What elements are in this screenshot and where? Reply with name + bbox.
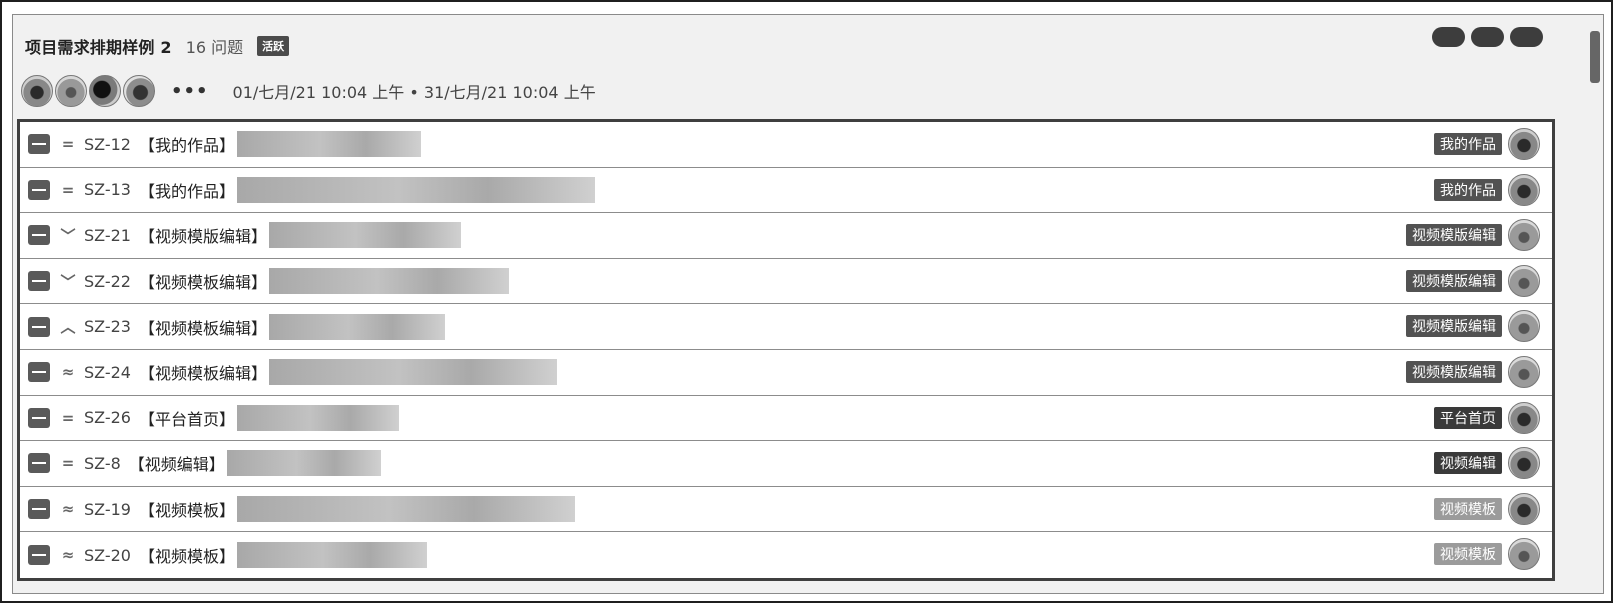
assignee-avatar[interactable] <box>1508 173 1540 206</box>
issue-row[interactable]: = SZ-13 【我的作品】 我的作品 <box>20 167 1552 214</box>
epic-tag[interactable]: 视频模版编辑 <box>1406 315 1502 338</box>
task-type-icon <box>28 179 50 200</box>
task-type-icon <box>28 362 50 383</box>
issue-key[interactable]: SZ-24 <box>84 363 131 382</box>
task-type-icon <box>28 407 50 428</box>
issue-key[interactable]: SZ-13 <box>84 180 131 199</box>
vertical-scrollbar[interactable] <box>1590 31 1600 83</box>
issue-title[interactable]: 【我的作品】 <box>139 178 235 202</box>
task-type-icon <box>28 499 50 520</box>
sprint-panel: 项目需求排期样例 2 16 问题 活跃 ••• 01/七月/21 10:04 上… <box>12 14 1604 594</box>
issue-key[interactable]: SZ-19 <box>84 500 131 519</box>
issue-row[interactable]: ︿ SZ-23 【视频模板编辑】 视频模版编辑 <box>20 304 1552 350</box>
redacted-title-bar <box>268 222 461 249</box>
issue-title[interactable]: 【平台首页】 <box>139 406 235 430</box>
double-chevron-up-priority-icon: ≈ <box>61 500 75 519</box>
epic-tag[interactable]: 平台首页 <box>1434 406 1502 429</box>
member-avatar-3[interactable] <box>89 75 121 107</box>
equals-priority-icon: = <box>61 408 75 427</box>
issue-title[interactable]: 【视频编辑】 <box>129 451 225 475</box>
issue-row[interactable]: = SZ-26 【平台首页】 平台首页 <box>20 395 1552 442</box>
sprint-action-button-2[interactable] <box>1471 27 1504 47</box>
assignee-avatar[interactable] <box>1508 128 1540 160</box>
epic-tag[interactable]: 视频模版编辑 <box>1406 224 1502 247</box>
task-type-icon <box>28 225 50 246</box>
double-chevron-up-priority-icon: ≈ <box>61 546 75 565</box>
chevron-up-priority-icon: ︿ <box>60 318 76 337</box>
task-type-icon <box>28 545 50 566</box>
issue-key[interactable]: SZ-8 <box>84 454 121 473</box>
sprint-title[interactable]: 项目需求排期样例 2 <box>25 34 172 58</box>
epic-tag[interactable]: 视频模板 <box>1434 497 1502 520</box>
sprint-action-button-3[interactable] <box>1510 27 1543 47</box>
redacted-title-bar <box>236 496 575 523</box>
issue-key[interactable]: SZ-23 <box>84 317 131 336</box>
redacted-title-bar <box>268 359 557 386</box>
issue-row[interactable]: ﹀ SZ-22 【视频模板编辑】 视频模版编辑 <box>20 258 1552 305</box>
issue-key[interactable]: SZ-12 <box>84 135 131 154</box>
more-members-icon[interactable]: ••• <box>171 81 209 102</box>
issue-list: = SZ-12 【我的作品】 我的作品 = SZ-13 【我的作品】 我的作品 ﹀ SZ-21 【视… <box>17 119 1555 581</box>
redacted-title-bar <box>268 313 445 340</box>
issue-key[interactable]: SZ-20 <box>84 546 131 565</box>
redacted-title-bar <box>236 404 399 431</box>
issue-key[interactable]: SZ-26 <box>84 408 131 427</box>
assignee-avatar[interactable] <box>1508 264 1540 297</box>
member-avatar-4[interactable] <box>123 75 155 107</box>
redacted-title-bar <box>236 131 421 158</box>
issue-row[interactable]: ≈ SZ-20 【视频模板】 视频模板 <box>20 532 1552 578</box>
issue-title[interactable]: 【视频模板编辑】 <box>139 360 267 384</box>
assignee-avatar[interactable] <box>1508 219 1540 252</box>
issue-row[interactable]: ≈ SZ-24 【视频模板编辑】 视频模版编辑 <box>20 349 1552 396</box>
sprint-date-range: 01/七月/21 10:04 上午 • 31/七月/21 10:04 上午 <box>232 83 596 102</box>
issue-key[interactable]: SZ-21 <box>84 226 131 245</box>
double-chevron-up-priority-icon: ≈ <box>61 363 75 382</box>
epic-tag[interactable]: 视频模版编辑 <box>1406 269 1502 292</box>
issue-title[interactable]: 【视频模板编辑】 <box>139 315 267 339</box>
chevron-down-priority-icon: ﹀ <box>60 272 76 291</box>
sprint-action-button-1[interactable] <box>1432 27 1465 47</box>
assignee-avatar[interactable] <box>1508 355 1540 388</box>
epic-tag[interactable]: 视频模版编辑 <box>1406 360 1502 383</box>
issue-row[interactable]: ﹀ SZ-21 【视频模版编辑】 视频模版编辑 <box>20 213 1552 259</box>
sprint-header: 项目需求排期样例 2 16 问题 活跃 <box>25 32 290 60</box>
issue-row[interactable]: = SZ-8 【视频编辑】 视频编辑 <box>20 441 1552 487</box>
assignee-avatar[interactable] <box>1508 310 1540 343</box>
member-avatar-1[interactable] <box>21 75 53 107</box>
member-avatar-2[interactable] <box>55 75 87 107</box>
epic-tag[interactable]: 视频模板 <box>1434 543 1502 566</box>
epic-tag[interactable]: 我的作品 <box>1434 133 1502 155</box>
issue-row[interactable]: = SZ-12 【我的作品】 我的作品 <box>20 122 1552 168</box>
issue-title[interactable]: 【视频模版编辑】 <box>139 223 267 247</box>
redacted-title-bar <box>268 268 509 295</box>
assignee-avatar[interactable] <box>1508 538 1540 571</box>
task-type-icon <box>28 271 50 292</box>
redacted-title-bar <box>236 176 595 203</box>
issue-key[interactable]: SZ-22 <box>84 272 131 291</box>
issue-count: 16 问题 <box>185 38 244 57</box>
task-type-icon <box>28 453 50 474</box>
equals-priority-icon: = <box>61 135 75 154</box>
issue-title[interactable]: 【我的作品】 <box>139 132 235 156</box>
issue-row[interactable]: ≈ SZ-19 【视频模板】 视频模板 <box>20 486 1552 533</box>
redacted-title-bar <box>236 542 427 569</box>
redacted-title-bar <box>226 450 381 477</box>
assignee-avatar[interactable] <box>1508 447 1540 480</box>
task-type-icon <box>28 134 50 155</box>
issue-title[interactable]: 【视频模板编辑】 <box>139 269 267 293</box>
window-frame: 项目需求排期样例 2 16 问题 活跃 ••• 01/七月/21 10:04 上… <box>0 0 1613 603</box>
epic-tag[interactable]: 我的作品 <box>1434 178 1502 201</box>
sprint-actions <box>1432 27 1543 47</box>
epic-tag[interactable]: 视频编辑 <box>1434 452 1502 475</box>
equals-priority-icon: = <box>61 454 75 473</box>
issue-title[interactable]: 【视频模板】 <box>139 543 235 567</box>
issue-title[interactable]: 【视频模板】 <box>139 497 235 521</box>
status-badge: 活跃 <box>257 36 290 56</box>
assignee-avatar[interactable] <box>1508 492 1540 525</box>
equals-priority-icon: = <box>61 180 75 199</box>
task-type-icon <box>28 316 50 337</box>
chevron-down-priority-icon: ﹀ <box>60 226 76 245</box>
assignee-avatar[interactable] <box>1508 401 1540 434</box>
sprint-meta: ••• 01/七月/21 10:04 上午 • 31/七月/21 10:04 上… <box>21 71 596 111</box>
